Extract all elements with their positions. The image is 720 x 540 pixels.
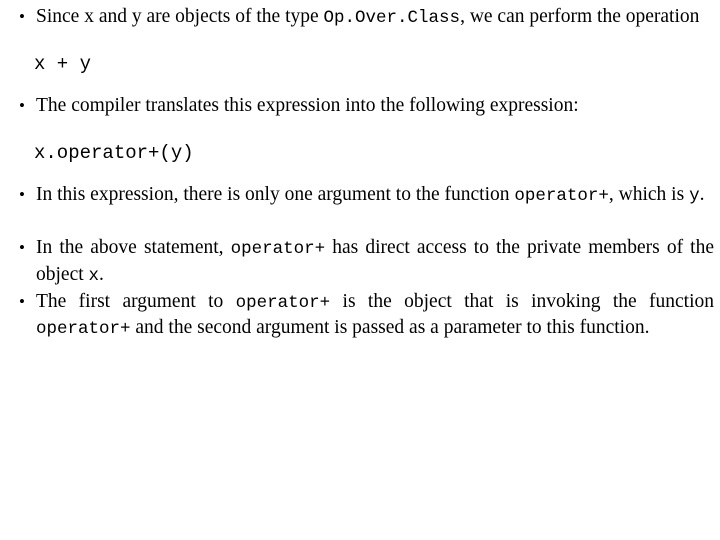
bullet-text-part: and the second argument is passed as a p…	[130, 317, 650, 339]
slide-content: Since x and y are objects of the type Op…	[14, 4, 714, 342]
bullet-item-first-argument: The first argument to operator+ is the o…	[14, 289, 714, 343]
inline-code-operator-plus: operator+	[230, 238, 326, 259]
inline-code-operator-plus: operator+	[514, 185, 609, 206]
bullet-text-part: In the above statement,	[36, 236, 231, 258]
bullet-text-part: .	[99, 263, 104, 285]
bullet-text-part: is the object that is invoking the funct…	[330, 290, 714, 312]
bullet-item-one-argument: In this expression, there is only one ar…	[14, 182, 714, 209]
bullet-item-compiler-translates: The compiler translates this expression …	[14, 93, 714, 120]
code-translated-expression: x.operator+(y)	[34, 141, 194, 164]
inline-code-operator-plus: operator+	[36, 319, 131, 340]
inline-code-y: y	[689, 185, 700, 206]
bullet-text-part: , we can perform the operation	[460, 6, 700, 27]
inline-code-op-over-class: Op.Over.Class	[323, 8, 461, 28]
bullet-item-since-objects: Since x and y are objects of the type Op…	[14, 4, 714, 31]
bullet-item-direct-access: In the above statement, operator+ has di…	[14, 235, 714, 289]
inline-code-operator-plus: operator+	[235, 292, 331, 313]
bullet-text-part: The compiler translates this expression …	[36, 94, 579, 116]
slide: Since x and y are objects of the type Op…	[0, 0, 720, 540]
bullet-text-part: Since x and y are objects of the type	[36, 6, 324, 27]
inline-code-x: x	[88, 265, 100, 286]
bullet-text-part: , which is	[608, 183, 690, 205]
bullet-text-part: The first argument to	[36, 290, 236, 312]
code-expression: x + y	[34, 52, 92, 75]
bullet-text-part: In this expression, there is only one ar…	[36, 183, 515, 205]
bullet-text-part: .	[699, 183, 705, 205]
bullet-list: Since x and y are objects of the type Op…	[14, 4, 714, 342]
